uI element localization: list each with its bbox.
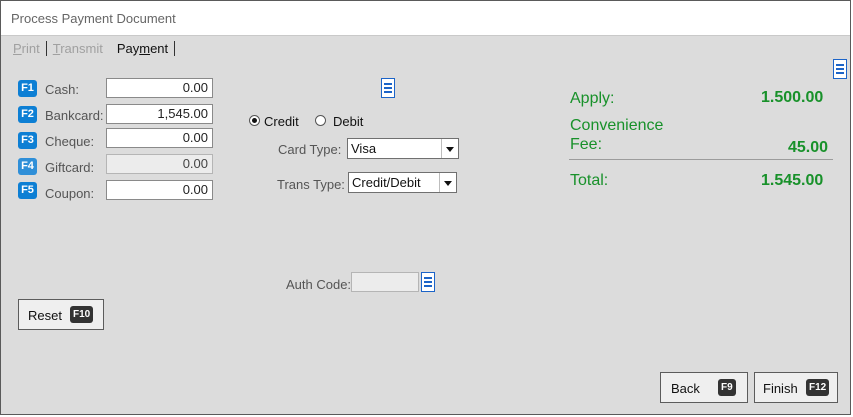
summary-divider bbox=[569, 159, 833, 160]
credit-radio[interactable] bbox=[249, 115, 260, 126]
cheque-input[interactable]: 0.00 bbox=[106, 128, 213, 148]
f5-key-badge: F5 bbox=[18, 182, 37, 199]
auth-code-label: Auth Code: bbox=[286, 277, 352, 292]
f10-key-badge: F10 bbox=[70, 306, 94, 323]
finish-button[interactable]: Finish F12 bbox=[754, 372, 838, 403]
tab-transmit[interactable]: Transmit bbox=[53, 41, 103, 56]
cheque-label: Cheque: bbox=[45, 134, 95, 149]
total-value: 1.545.00 bbox=[761, 172, 824, 189]
auth-code-input bbox=[351, 272, 419, 292]
auth-code-menu-list-icon[interactable] bbox=[421, 272, 435, 292]
f4-key-badge: F4 bbox=[18, 158, 37, 175]
coupon-input[interactable]: 0.00 bbox=[106, 180, 213, 200]
window-title: Process Payment Document bbox=[11, 11, 176, 26]
credit-label: Credit bbox=[264, 114, 299, 129]
back-button[interactable]: Back F9 bbox=[660, 372, 748, 403]
tab-bar: Print Transmit Payment bbox=[13, 41, 181, 56]
process-payment-window: Process Payment Document Print Transmit Pa… bbox=[0, 0, 851, 415]
apply-value: 1.500.00 bbox=[761, 89, 824, 106]
convenience-fee-label-line1: Convenience bbox=[570, 117, 664, 134]
dropdown-arrow-icon[interactable] bbox=[441, 139, 458, 158]
card-type-label: Card Type: bbox=[278, 142, 342, 157]
tab-print[interactable]: Print bbox=[13, 41, 40, 56]
cash-label: Cash: bbox=[45, 82, 79, 97]
menu-list-icon[interactable] bbox=[381, 78, 395, 98]
tab-payment[interactable]: Payment bbox=[117, 41, 168, 56]
convenience-fee-label-line2: Fee: bbox=[570, 136, 603, 153]
f2-key-badge: F2 bbox=[18, 106, 37, 123]
tab-separator bbox=[45, 41, 47, 56]
trans-type-select[interactable]: Credit/Debit bbox=[348, 172, 457, 193]
title-bar: Process Payment Document bbox=[1, 1, 850, 36]
cash-input[interactable]: 0.00 bbox=[106, 78, 213, 98]
giftcard-label: Giftcard: bbox=[45, 160, 95, 175]
f12-key-badge: F12 bbox=[806, 379, 830, 396]
bankcard-label: Bankcard: bbox=[45, 108, 104, 123]
debit-radio[interactable] bbox=[315, 115, 326, 126]
convenience-fee-value: 45.00 bbox=[788, 139, 829, 156]
apply-label: Apply: bbox=[570, 90, 615, 107]
f9-key-badge: F9 bbox=[718, 379, 736, 396]
total-label: Total: bbox=[570, 172, 609, 189]
debit-label: Debit bbox=[333, 114, 364, 129]
summary-menu-list-icon[interactable] bbox=[833, 59, 847, 79]
dropdown-arrow-icon[interactable] bbox=[439, 173, 456, 192]
f3-key-badge: F3 bbox=[18, 132, 37, 149]
reset-button[interactable]: Reset F10 bbox=[18, 299, 104, 330]
trans-type-label: Trans Type: bbox=[277, 177, 345, 192]
coupon-label: Coupon: bbox=[45, 186, 95, 201]
giftcard-input: 0.00 bbox=[106, 154, 213, 174]
bankcard-input[interactable]: 1,545.00 bbox=[106, 104, 213, 124]
tab-separator bbox=[174, 41, 176, 56]
f1-key-badge: F1 bbox=[18, 80, 37, 97]
card-type-select[interactable]: Visa bbox=[347, 138, 459, 159]
